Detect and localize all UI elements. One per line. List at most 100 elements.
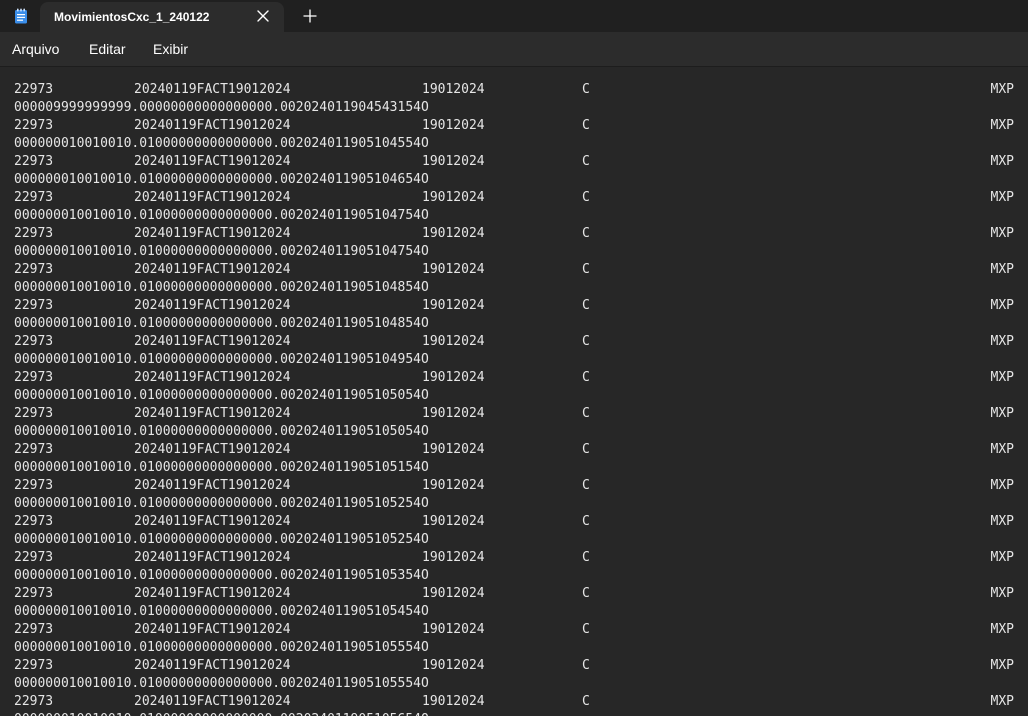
record-reference: 20240119FACT19012024 bbox=[134, 334, 291, 349]
record-type: C bbox=[582, 118, 590, 133]
tab-document[interactable]: MovimientosCxc_1_240122 bbox=[40, 2, 284, 32]
record-type: C bbox=[582, 622, 590, 637]
record-type: C bbox=[582, 262, 590, 277]
notepad-icon bbox=[15, 8, 27, 24]
record-amount-line: 000000010010010.01000000000000000.002024… bbox=[14, 675, 1016, 693]
record-line: 22973 20240119FACT19012024 19012024 C MXP bbox=[14, 621, 1016, 639]
record-currency: MXP bbox=[990, 622, 1014, 637]
record-date: 19012024 bbox=[422, 154, 485, 169]
record-reference: 20240119FACT19012024 bbox=[134, 154, 291, 169]
record-reference: 20240119FACT19012024 bbox=[134, 586, 291, 601]
plus-icon[interactable] bbox=[302, 8, 318, 24]
record-amounts: 000000010010010.01000000000000000.002024… bbox=[14, 424, 429, 439]
record-date: 19012024 bbox=[422, 406, 485, 421]
record-line: 22973 20240119FACT19012024 19012024 C MXP bbox=[14, 549, 1016, 567]
record-amounts: 000000010010010.01000000000000000.002024… bbox=[14, 244, 429, 259]
record-amounts: 000000010010010.01000000000000000.002024… bbox=[14, 532, 429, 547]
record-id: 22973 bbox=[14, 694, 54, 709]
record-line: 22973 20240119FACT19012024 19012024 C MXP bbox=[14, 333, 1016, 351]
record-date: 19012024 bbox=[422, 82, 485, 97]
record-reference: 20240119FACT19012024 bbox=[134, 406, 291, 421]
record-date: 19012024 bbox=[422, 298, 485, 313]
record-amount-line: 000000010010010.01000000000000000.002024… bbox=[14, 603, 1016, 621]
record-id: 22973 bbox=[14, 406, 54, 421]
record-amounts: 000009999999999.00000000000000000.002024… bbox=[14, 100, 429, 115]
record-currency: MXP bbox=[990, 550, 1014, 565]
record-currency: MXP bbox=[990, 262, 1014, 277]
record-type: C bbox=[582, 550, 590, 565]
record-reference: 20240119FACT19012024 bbox=[134, 82, 291, 97]
record-reference: 20240119FACT19012024 bbox=[134, 658, 291, 673]
record-line: 22973 20240119FACT19012024 19012024 C MXP bbox=[14, 657, 1016, 675]
record-id: 22973 bbox=[14, 226, 54, 241]
record-amounts: 000000010010010.01000000000000000.002024… bbox=[14, 604, 429, 619]
record-type: C bbox=[582, 514, 590, 529]
record-amount-line: 000000010010010.01000000000000000.002024… bbox=[14, 531, 1016, 549]
record-reference: 20240119FACT19012024 bbox=[134, 442, 291, 457]
record-currency: MXP bbox=[990, 334, 1014, 349]
record-type: C bbox=[582, 370, 590, 385]
record-amounts: 000000010010010.01000000000000000.002024… bbox=[14, 676, 429, 691]
menu-view[interactable]: Exibir bbox=[153, 41, 188, 57]
document-text: 22973 20240119FACT19012024 19012024 C MXP 000… bbox=[14, 81, 1016, 716]
record-id: 22973 bbox=[14, 658, 54, 673]
record-date: 19012024 bbox=[422, 694, 485, 709]
record-reference: 20240119FACT19012024 bbox=[134, 298, 291, 313]
record-amount-line: 000000010010010.01000000000000000.002024… bbox=[14, 387, 1016, 405]
record-date: 19012024 bbox=[422, 658, 485, 673]
record-amount-line: 000000010010010.01000000000000000.002024… bbox=[14, 459, 1016, 477]
record-amounts: 000000010010010.01000000000000000.002024… bbox=[14, 280, 429, 295]
text-editor[interactable]: 22973 20240119FACT19012024 19012024 C MXP 000… bbox=[0, 67, 1028, 716]
record-line: 22973 20240119FACT19012024 19012024 C MXP bbox=[14, 405, 1016, 423]
record-amount-line: 000000010010010.01000000000000000.002024… bbox=[14, 495, 1016, 513]
record-amount-line: 000000010010010.01000000000000000.002024… bbox=[14, 711, 1016, 716]
record-date: 19012024 bbox=[422, 226, 485, 241]
record-line: 22973 20240119FACT19012024 19012024 C MXP bbox=[14, 585, 1016, 603]
record-line: 22973 20240119FACT19012024 19012024 C MXP bbox=[14, 117, 1016, 135]
record-line: 22973 20240119FACT19012024 19012024 C MXP bbox=[14, 225, 1016, 243]
record-amount-line: 000000010010010.01000000000000000.002024… bbox=[14, 567, 1016, 585]
close-icon[interactable] bbox=[256, 9, 270, 23]
record-line: 22973 20240119FACT19012024 19012024 C MXP bbox=[14, 81, 1016, 99]
record-id: 22973 bbox=[14, 190, 54, 205]
record-date: 19012024 bbox=[422, 262, 485, 277]
record-reference: 20240119FACT19012024 bbox=[134, 226, 291, 241]
record-amounts: 000000010010010.01000000000000000.002024… bbox=[14, 568, 429, 583]
record-reference: 20240119FACT19012024 bbox=[134, 514, 291, 529]
record-amount-line: 000000010010010.01000000000000000.002024… bbox=[14, 639, 1016, 657]
record-type: C bbox=[582, 658, 590, 673]
record-type: C bbox=[582, 334, 590, 349]
record-date: 19012024 bbox=[422, 118, 485, 133]
record-id: 22973 bbox=[14, 334, 54, 349]
record-type: C bbox=[582, 298, 590, 313]
menu-file[interactable]: Arquivo bbox=[12, 41, 59, 57]
record-amounts: 000000010010010.01000000000000000.002024… bbox=[14, 208, 429, 223]
record-currency: MXP bbox=[990, 82, 1014, 97]
record-id: 22973 bbox=[14, 514, 54, 529]
record-currency: MXP bbox=[990, 586, 1014, 601]
record-amount-line: 000000010010010.01000000000000000.002024… bbox=[14, 315, 1016, 333]
record-type: C bbox=[582, 478, 590, 493]
record-amounts: 000000010010010.01000000000000000.002024… bbox=[14, 172, 429, 187]
record-type: C bbox=[582, 190, 590, 205]
record-currency: MXP bbox=[990, 118, 1014, 133]
record-amounts: 000000010010010.01000000000000000.002024… bbox=[14, 496, 429, 511]
record-id: 22973 bbox=[14, 442, 54, 457]
record-date: 19012024 bbox=[422, 442, 485, 457]
record-currency: MXP bbox=[990, 406, 1014, 421]
record-id: 22973 bbox=[14, 550, 54, 565]
record-id: 22973 bbox=[14, 82, 54, 97]
record-currency: MXP bbox=[990, 226, 1014, 241]
record-amount-line: 000000010010010.01000000000000000.002024… bbox=[14, 171, 1016, 189]
record-line: 22973 20240119FACT19012024 19012024 C MXP bbox=[14, 693, 1016, 711]
menu-edit[interactable]: Editar bbox=[89, 41, 126, 57]
record-line: 22973 20240119FACT19012024 19012024 C MXP bbox=[14, 189, 1016, 207]
record-id: 22973 bbox=[14, 370, 54, 385]
record-line: 22973 20240119FACT19012024 19012024 C MXP bbox=[14, 441, 1016, 459]
record-line: 22973 20240119FACT19012024 19012024 C MXP bbox=[14, 153, 1016, 171]
record-amounts: 000000010010010.01000000000000000.002024… bbox=[14, 711, 429, 716]
record-reference: 20240119FACT19012024 bbox=[134, 622, 291, 637]
record-line: 22973 20240119FACT19012024 19012024 C MXP bbox=[14, 297, 1016, 315]
record-currency: MXP bbox=[990, 658, 1014, 673]
title-bar: MovimientosCxc_1_240122 bbox=[0, 0, 1028, 32]
